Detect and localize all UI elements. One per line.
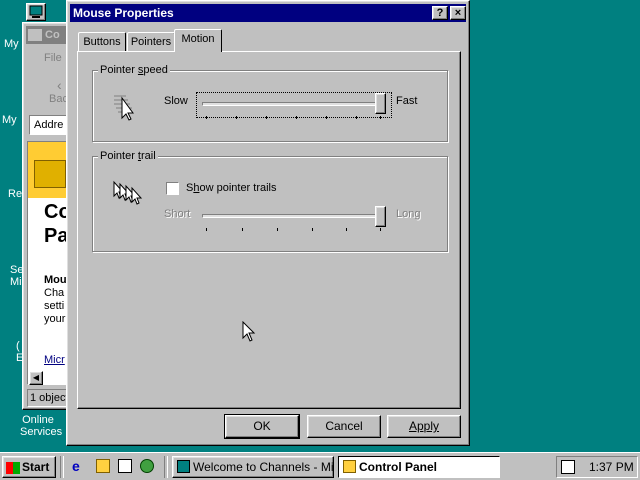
speed-tick xyxy=(206,116,207,119)
speed-slider-thumb[interactable] xyxy=(375,93,386,114)
outlook-express-icon[interactable] xyxy=(96,459,110,473)
scroll-left-button[interactable]: ◀ xyxy=(29,371,43,385)
address-label: Addre xyxy=(34,119,64,131)
tab-buttons[interactable]: Buttons xyxy=(78,32,126,52)
mouse-properties-dialog[interactable]: Mouse Properties ? × Buttons Pointers Mo… xyxy=(66,0,470,446)
mouse-cursor-icon xyxy=(242,320,256,346)
apply-button[interactable]: Apply xyxy=(387,415,461,438)
trail-tick xyxy=(277,228,278,231)
windows-logo-icon xyxy=(6,461,20,474)
content-link[interactable]: Micr xyxy=(44,354,65,366)
control-panel-folder-icon xyxy=(34,160,66,188)
show-desktop-icon[interactable] xyxy=(118,459,132,473)
speed-slider-track[interactable] xyxy=(202,102,386,106)
speed-tick xyxy=(266,116,267,119)
menu-file[interactable]: File xyxy=(44,52,62,64)
motion-panel: Pointer speed Slow Fast Pointer trail Sh… xyxy=(77,51,461,409)
start-button[interactable]: Start xyxy=(2,456,56,478)
speed-tick xyxy=(236,116,237,119)
desktop-label-my-documents[interactable]: My xyxy=(2,114,17,126)
taskbar-divider xyxy=(60,456,64,478)
trail-tick xyxy=(346,228,347,231)
task-control-panel[interactable]: Control Panel xyxy=(338,456,500,478)
control-panel-task-icon xyxy=(343,460,356,473)
desktop-label-online-services[interactable]: Online Services xyxy=(20,414,62,438)
clock[interactable]: 1:37 PM xyxy=(589,457,634,477)
trail-tick xyxy=(242,228,243,231)
cancel-button[interactable]: Cancel xyxy=(307,415,381,438)
trail-slider-thumb[interactable] xyxy=(375,206,386,227)
dialog-titlebar[interactable]: Mouse Properties ? × xyxy=(70,4,466,22)
trail-short-label: Short xyxy=(164,208,191,220)
pointer-trail-label: Pointer trail xyxy=(98,150,158,162)
trail-tick xyxy=(312,228,313,231)
content-description: Mou Cha setti your xyxy=(44,274,67,325)
channels-icon[interactable] xyxy=(140,459,154,473)
show-trails-checkbox[interactable] xyxy=(166,182,179,195)
tab-motion[interactable]: Motion xyxy=(174,29,222,52)
trail-long-label: Long xyxy=(396,208,421,220)
desktop-label-outlook-line1[interactable]: ( xyxy=(16,340,20,352)
speed-tick xyxy=(380,116,381,119)
speed-tick xyxy=(326,116,327,119)
trail-tick xyxy=(206,228,207,231)
channels-window-icon xyxy=(177,460,190,473)
internet-explorer-icon[interactable]: e xyxy=(72,459,86,473)
desktop-label-recycle-bin[interactable]: Re xyxy=(8,188,22,200)
pointer-trail-icon xyxy=(112,178,146,209)
help-button[interactable]: ? xyxy=(432,6,448,20)
control-panel-window-icon xyxy=(28,29,42,42)
trail-tick xyxy=(380,228,381,231)
pointer-speed-label: Pointer speed xyxy=(98,64,170,76)
task-welcome-to-channels[interactable]: Welcome to Channels - Mi... xyxy=(172,456,334,478)
close-button[interactable]: × xyxy=(450,6,466,20)
back-button[interactable]: ‹ Bac xyxy=(31,71,71,113)
ok-button[interactable]: OK xyxy=(224,414,300,439)
show-trails-label[interactable]: Show pointer trails xyxy=(186,182,277,194)
taskbar: Start e Welcome to Channels - Mi... Cont… xyxy=(0,452,640,480)
trail-slider-track[interactable] xyxy=(202,214,386,218)
speed-tick xyxy=(356,116,357,119)
dialog-title: Mouse Properties xyxy=(73,6,174,20)
scheduler-tray-icon[interactable] xyxy=(561,460,575,474)
system-tray: 1:37 PM xyxy=(556,456,638,478)
speed-fast-label: Fast xyxy=(396,95,418,107)
pointer-speed-icon xyxy=(112,92,142,125)
tab-pointers[interactable]: Pointers xyxy=(127,32,175,52)
taskbar-divider xyxy=(164,456,168,478)
desktop-label-setup-line2: Mi xyxy=(10,276,22,288)
desktop-computer-icon[interactable] xyxy=(26,3,46,21)
speed-slow-label: Slow xyxy=(164,95,188,107)
desktop-label-my-computer[interactable]: My xyxy=(4,38,19,50)
speed-tick xyxy=(296,116,297,119)
